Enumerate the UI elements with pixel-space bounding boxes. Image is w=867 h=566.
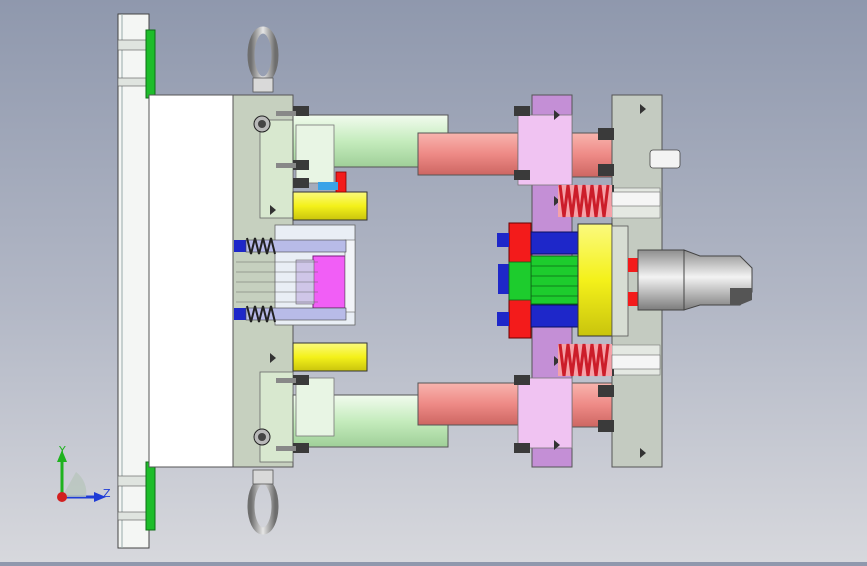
eye-bolt-top[interactable] [247, 26, 279, 93]
stripper-spring-bottom [558, 343, 612, 377]
die-holder-block[interactable] [148, 94, 234, 468]
die-backing-yellow[interactable] [577, 223, 613, 337]
parallel-block-top[interactable] [292, 191, 368, 221]
clamp-slot-bottom [145, 461, 156, 531]
stripper-spring-top [558, 184, 612, 218]
mold-shank[interactable] [637, 249, 753, 311]
blue-screw-bottom [234, 305, 347, 323]
eye-bolt-bottom[interactable] [247, 469, 279, 535]
die-insert-green[interactable] [508, 255, 580, 305]
z-axis-label: Z [103, 487, 111, 500]
coordinate-triad [57, 450, 106, 502]
y-axis-label: Y [58, 444, 66, 457]
cad-viewport[interactable]: Y Z [0, 0, 867, 562]
top-clamp-plate[interactable] [117, 13, 150, 549]
clamp-slot-top [145, 29, 156, 99]
blue-screw-top [234, 237, 347, 255]
parallel-block-bottom[interactable] [292, 342, 368, 372]
ejector-pin-top [649, 149, 681, 169]
